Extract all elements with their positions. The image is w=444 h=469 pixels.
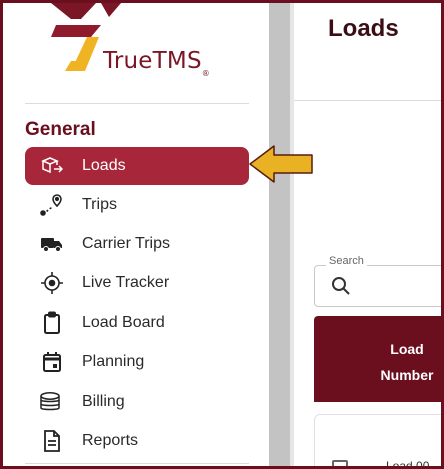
sidebar-resize-handle[interactable] (269, 3, 290, 466)
search-icon (332, 277, 350, 295)
sidebar-item-load-board[interactable]: Load Board (25, 304, 249, 342)
sidebar-item-trips[interactable]: Trips (25, 186, 249, 224)
load-number-cell[interactable]: Load 00 (386, 459, 429, 466)
box-arrow-icon (39, 153, 65, 179)
main-content: Loads Search Load Number Load 00 (294, 3, 441, 466)
document-icon (39, 428, 65, 454)
route-pin-icon (39, 192, 65, 218)
truck-icon (39, 231, 65, 257)
calendar-icon (39, 349, 65, 375)
sidebar-item-label: Planning (82, 353, 145, 370)
column-header-load-number[interactable]: Load Number (372, 336, 441, 388)
coins-icon (39, 389, 65, 415)
table-header: Load Number (314, 316, 441, 402)
sidebar-item-label: Load Board (82, 314, 165, 331)
sidebar-item-loads[interactable]: Loads (25, 147, 249, 185)
sidebar-item-label: Carrier Trips (82, 235, 171, 252)
brand-name: TrueTMS® (103, 48, 210, 78)
app-window: TrueTMS® General Loads Trips Carrier Tri… (0, 0, 444, 469)
sidebar: TrueTMS® General Loads Trips Carrier Tri… (3, 3, 269, 466)
sidebar-item-label: Loads (82, 157, 126, 174)
sidebar-divider (25, 103, 249, 104)
search-label: Search (326, 255, 367, 267)
sidebar-item-planning[interactable]: Planning (25, 343, 249, 381)
page-title: Loads (328, 15, 399, 42)
sidebar-item-reports[interactable]: Reports (25, 422, 249, 460)
sidebar-item-billing[interactable]: Billing (25, 383, 249, 421)
sidebar-item-carrier-trips[interactable]: Carrier Trips (25, 225, 249, 263)
callout-arrow-icon (249, 145, 313, 183)
sidebar-item-label: Billing (82, 393, 125, 410)
header-divider (294, 100, 441, 101)
sidebar-item-label: Trips (82, 196, 117, 213)
sidebar-divider (25, 463, 249, 464)
row-checkbox[interactable] (332, 460, 348, 466)
clipboard-icon (39, 310, 65, 336)
crosshair-icon (39, 270, 65, 296)
sidebar-item-label: Reports (82, 432, 139, 449)
sidebar-item-label: Live Tracker (82, 274, 170, 291)
sidebar-item-live-tracker[interactable]: Live Tracker (25, 264, 249, 302)
section-title-general: General (25, 119, 96, 140)
